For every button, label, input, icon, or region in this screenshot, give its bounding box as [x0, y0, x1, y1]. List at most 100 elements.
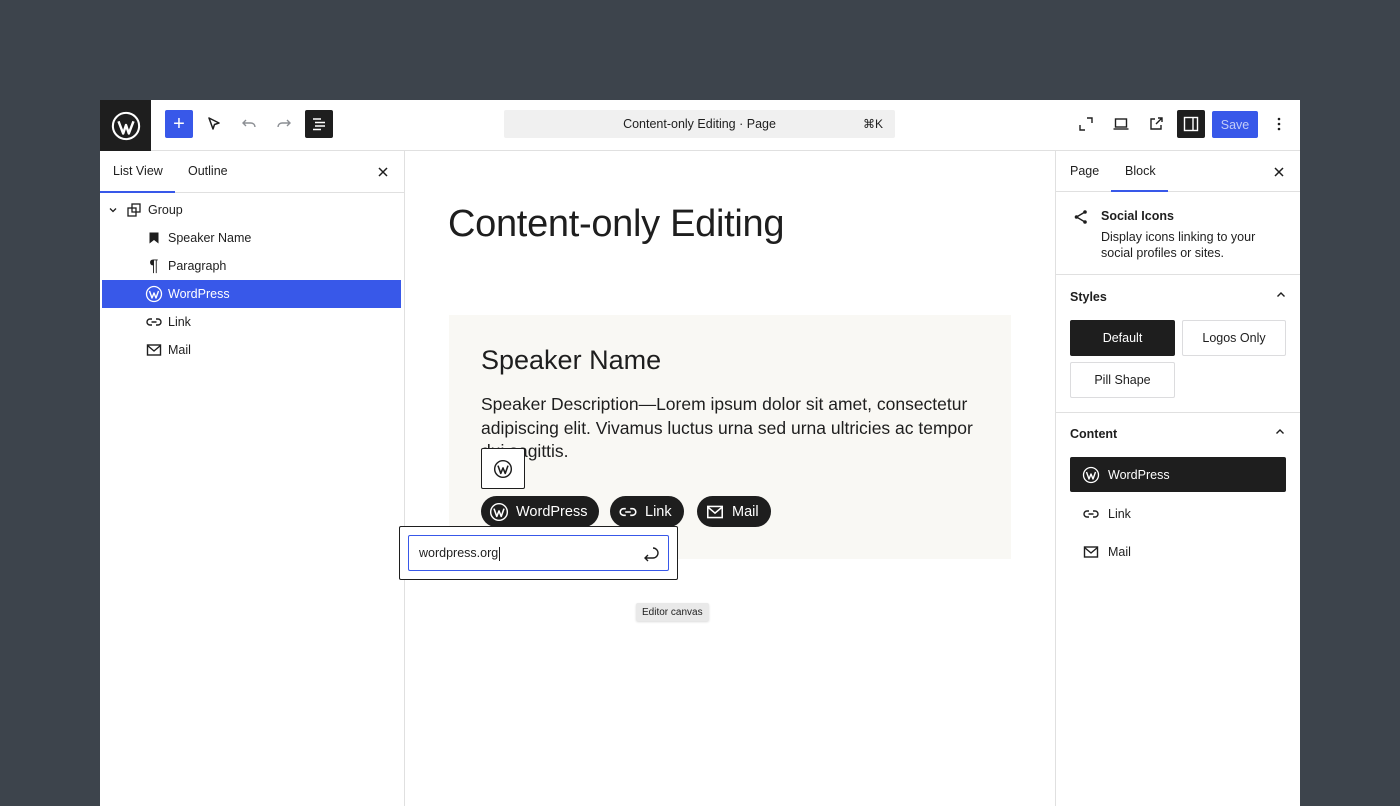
- list-item-label: Paragraph: [168, 259, 227, 273]
- editor-header: + Content-only Editing · Page ⌘K Save: [100, 100, 1300, 151]
- tab-outline[interactable]: Outline: [188, 164, 228, 178]
- mail-icon: [707, 505, 723, 518]
- undo-button[interactable]: [235, 110, 263, 138]
- group-block[interactable]: Speaker Name Speaker Description—Lorem i…: [449, 315, 1011, 559]
- list-view-panel: List View Outline Group Speaker Name ¶ P…: [100, 151, 405, 806]
- text-caret: [499, 546, 501, 561]
- device-preview-button[interactable]: [1107, 110, 1135, 138]
- wordpress-logo-icon[interactable]: [100, 100, 151, 151]
- close-icon[interactable]: [1271, 164, 1287, 180]
- content-item-link[interactable]: Link: [1070, 496, 1286, 531]
- block-title: Social Icons: [1101, 209, 1174, 223]
- url-input[interactable]: wordpress.org: [408, 535, 669, 571]
- redo-icon: [277, 119, 291, 128]
- content-heading[interactable]: Content: [1070, 427, 1117, 441]
- social-link-wordpress[interactable]: WordPress: [481, 496, 600, 527]
- close-icon[interactable]: [375, 164, 391, 180]
- content-item-label: WordPress: [1108, 467, 1170, 482]
- link-url-popover: wordpress.org: [399, 526, 678, 580]
- tab-page[interactable]: Page: [1070, 164, 1099, 178]
- left-panel-tabs: List View Outline: [100, 151, 404, 193]
- style-logos-only-button[interactable]: Logos Only: [1182, 320, 1286, 356]
- active-tab-indicator: [100, 191, 175, 193]
- url-input-value: wordpress.org: [419, 546, 499, 560]
- more-options-icon: [1277, 117, 1281, 131]
- list-item-label: Speaker Name: [168, 231, 252, 245]
- bookmark-icon: [145, 229, 163, 247]
- redo-button[interactable]: [270, 110, 298, 138]
- wordpress-icon: [493, 459, 513, 478]
- list-item-wordpress[interactable]: WordPress: [102, 280, 401, 308]
- block-card: Social Icons Display icons linking to yo…: [1056, 192, 1300, 275]
- content-item-mail[interactable]: Mail: [1070, 534, 1286, 569]
- wordpress-icon: [145, 285, 163, 303]
- link-icon: [619, 507, 637, 516]
- wordpress-icon: [489, 502, 509, 521]
- save-button[interactable]: Save: [1212, 111, 1258, 138]
- list-item-label: Group: [148, 203, 183, 217]
- device-preview-icon: [1113, 118, 1129, 130]
- wordpress-icon: [1082, 466, 1100, 483]
- link-icon: [1083, 509, 1099, 518]
- speaker-name-heading[interactable]: Speaker Name: [481, 345, 661, 376]
- style-pill-shape-button[interactable]: Pill Shape: [1070, 362, 1175, 398]
- content-item-label: Link: [1108, 506, 1131, 521]
- add-block-button[interactable]: +: [165, 110, 193, 138]
- chevron-up-icon[interactable]: [1275, 289, 1287, 301]
- submit-enter-icon[interactable]: [640, 544, 660, 564]
- speaker-description-paragraph[interactable]: Speaker Description—Lorem ipsum dolor si…: [481, 393, 981, 464]
- chevron-down-icon[interactable]: [108, 205, 118, 215]
- social-link-link[interactable]: Link: [610, 496, 684, 527]
- list-item-paragraph[interactable]: ¶ Paragraph: [102, 252, 401, 280]
- fullscreen-button[interactable]: [1072, 110, 1100, 138]
- content-item-wordpress[interactable]: WordPress: [1070, 457, 1286, 492]
- mail-icon: [1083, 545, 1099, 558]
- share-icon: [1074, 210, 1087, 224]
- block-toolbar-wordpress-button[interactable]: [481, 448, 525, 489]
- chevron-up-icon[interactable]: [1274, 426, 1286, 438]
- document-overview-icon: [313, 118, 325, 131]
- list-item-label: Link: [168, 315, 191, 329]
- mail-icon: [145, 341, 163, 359]
- group-icon: [125, 201, 143, 219]
- keyboard-shortcut: ⌘K: [862, 117, 883, 131]
- social-link-label: Link: [645, 503, 672, 520]
- paragraph-icon: ¶: [149, 256, 159, 275]
- document-title: Content-only Editing · Page: [623, 117, 776, 131]
- right-panel-tabs: Page Block: [1056, 151, 1300, 192]
- editor-canvas-tooltip: Editor canvas: [636, 603, 709, 621]
- settings-sidebar-icon: [1183, 116, 1199, 132]
- external-view-icon: [1150, 117, 1163, 130]
- link-icon: [145, 313, 163, 331]
- list-item-group[interactable]: Group: [102, 196, 401, 224]
- social-link-label: WordPress: [516, 503, 588, 520]
- editor-window: + Content-only Editing · Page ⌘K Save Li…: [100, 100, 1300, 806]
- social-link-mail[interactable]: Mail: [697, 496, 771, 527]
- editor-canvas[interactable]: Content-only Editing Speaker Name Speake…: [399, 151, 1055, 806]
- view-page-button[interactable]: [1142, 110, 1170, 138]
- list-item-label: WordPress: [168, 287, 230, 301]
- list-item-mail[interactable]: Mail: [102, 336, 401, 364]
- undo-icon: [242, 119, 256, 128]
- page-title[interactable]: Content-only Editing: [448, 203, 785, 246]
- more-options-button[interactable]: [1265, 110, 1293, 138]
- content-item-label: Mail: [1108, 544, 1131, 559]
- list-item-link[interactable]: Link: [102, 308, 401, 336]
- style-default-button[interactable]: Default: [1070, 320, 1175, 356]
- command-palette-bar[interactable]: Content-only Editing · Page ⌘K: [504, 110, 895, 138]
- social-link-label: Mail: [732, 503, 759, 520]
- add-icon: +: [173, 113, 185, 135]
- list-item-label: Mail: [168, 343, 191, 357]
- tab-list-view[interactable]: List View: [113, 164, 163, 178]
- styles-panel: Styles Default Logos Only Pill Shape: [1056, 275, 1300, 413]
- styles-heading[interactable]: Styles: [1070, 290, 1107, 304]
- settings-sidebar-button[interactable]: [1177, 110, 1205, 138]
- document-overview-button[interactable]: [305, 110, 333, 138]
- select-tool-button[interactable]: [200, 110, 228, 138]
- settings-sidebar: Page Block Social Icons Display icons li…: [1055, 151, 1300, 806]
- block-description: Display icons linking to your social pro…: [1101, 230, 1256, 260]
- fullscreen-icon: [1079, 117, 1093, 131]
- select-tool-icon: [208, 117, 220, 130]
- list-item-speaker-name[interactable]: Speaker Name: [102, 224, 401, 252]
- tab-block[interactable]: Block: [1125, 164, 1156, 178]
